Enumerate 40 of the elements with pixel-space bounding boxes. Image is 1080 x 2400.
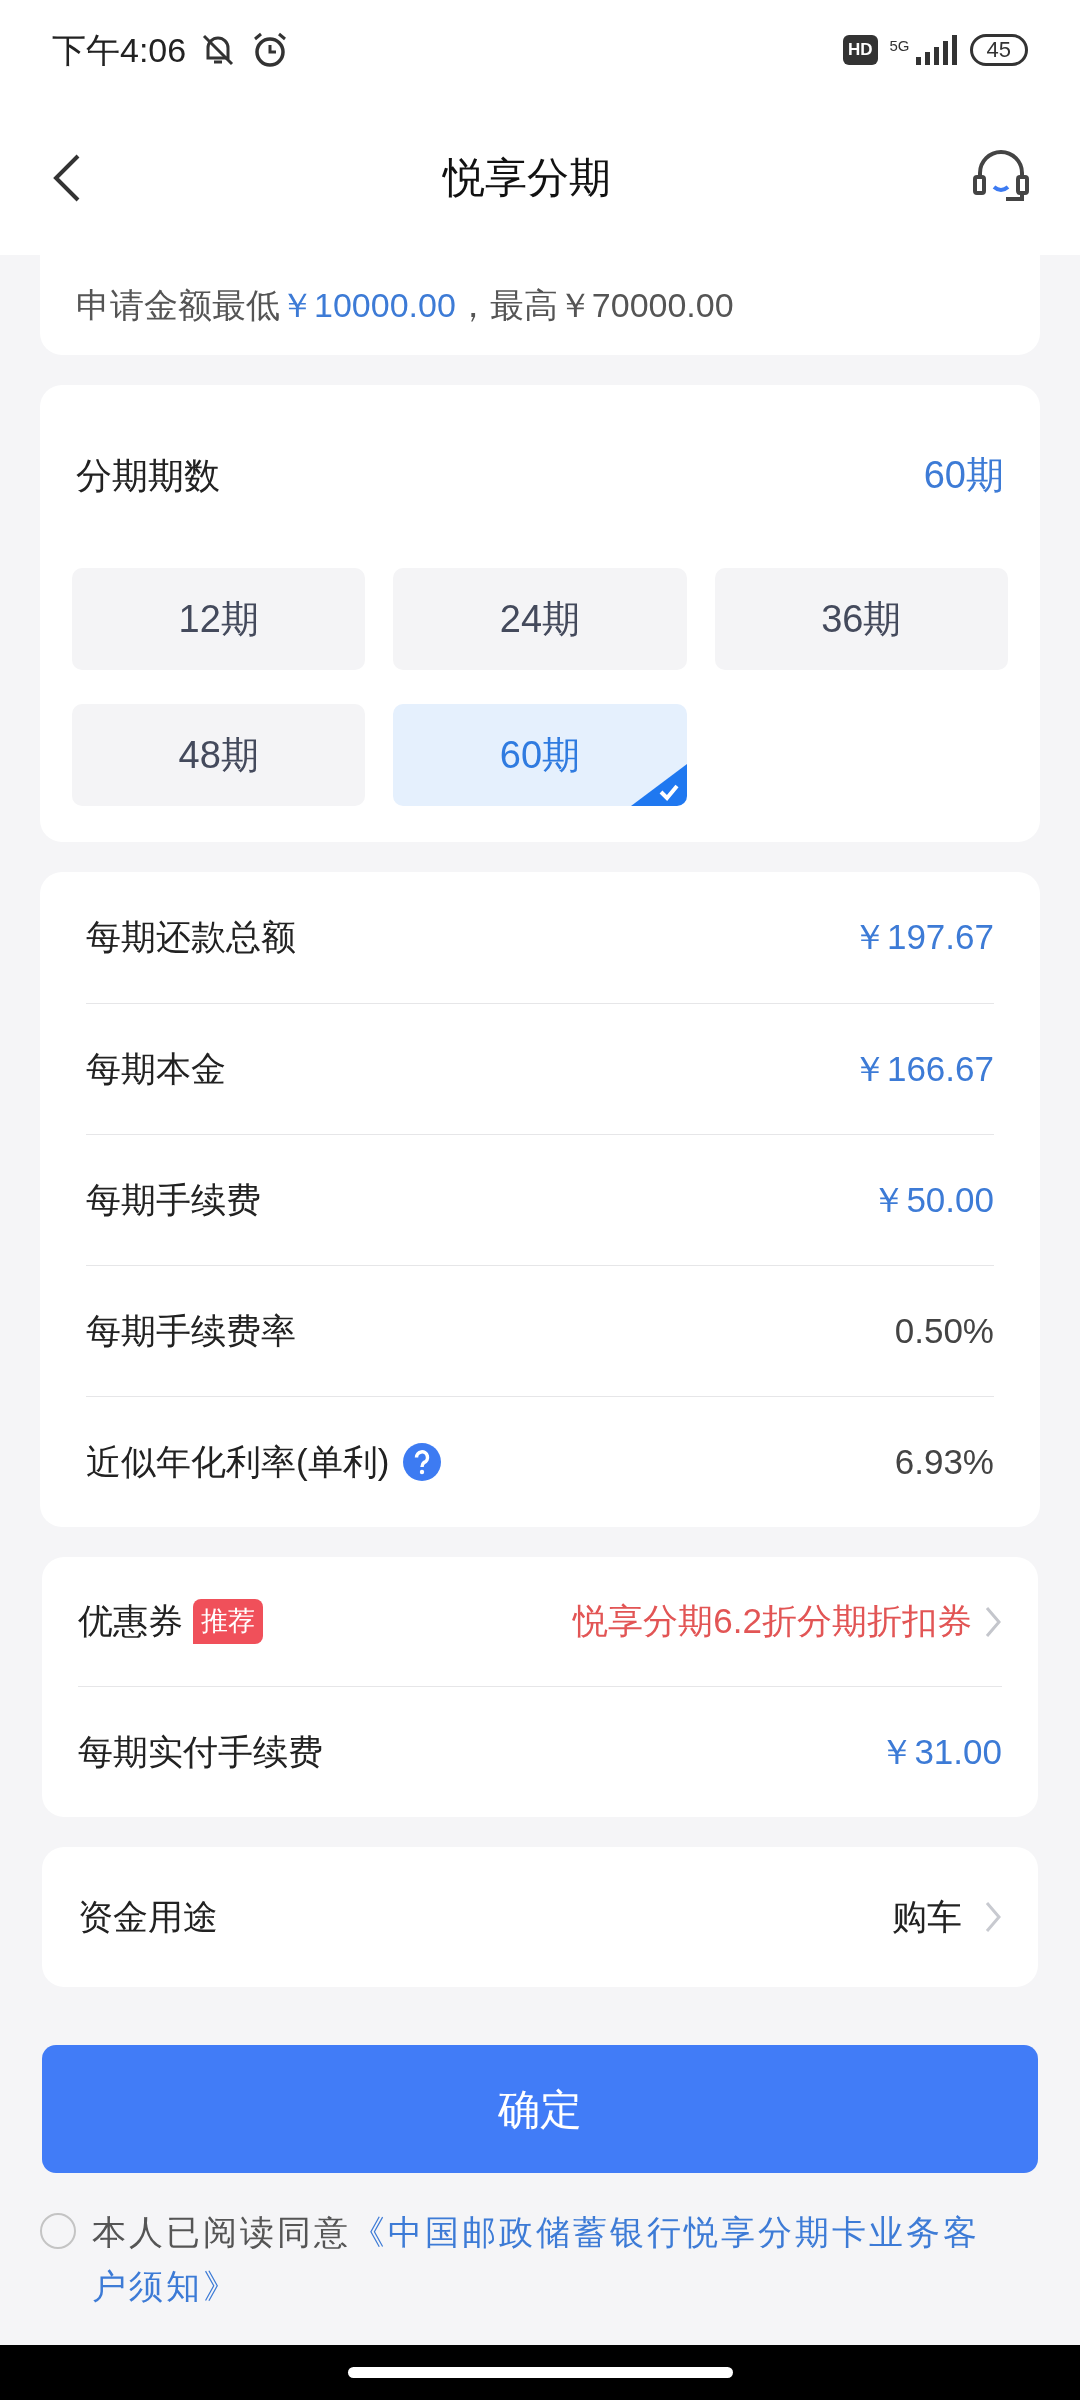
detail-label: 每期本金 bbox=[86, 1047, 226, 1090]
battery-indicator: 45 bbox=[969, 34, 1028, 66]
network-type: 5G bbox=[889, 36, 910, 56]
detail-value: 6.93% bbox=[894, 1440, 994, 1483]
page-title: 悦享分期 bbox=[443, 153, 611, 203]
help-icon[interactable] bbox=[403, 1443, 442, 1481]
detail-value: ￥166.67 bbox=[851, 1047, 994, 1090]
purpose-selector[interactable]: 购车 bbox=[892, 1890, 1002, 1944]
check-corner-icon bbox=[630, 764, 687, 806]
confirm-button[interactable]: 确定 bbox=[42, 2045, 1038, 2173]
signal-icon bbox=[913, 35, 958, 65]
period-option[interactable]: 12期 bbox=[72, 568, 366, 670]
purpose-label: 资金用途 bbox=[78, 1895, 218, 1938]
actual-fee-value: ￥31.00 bbox=[879, 1730, 1002, 1773]
coupon-label: 优惠券 bbox=[78, 1600, 183, 1643]
period-option[interactable]: 36期 bbox=[714, 568, 1008, 670]
detail-label: 每期手续费率 bbox=[86, 1309, 296, 1352]
coupon-selector[interactable]: 悦享分期6.2折分期折扣券 bbox=[573, 1595, 1002, 1648]
periods-label: 分期期数 bbox=[76, 453, 220, 498]
amount-range-text: 申请金额最低￥10000.00，最高￥70000.00 bbox=[76, 284, 734, 326]
agreement-checkbox[interactable] bbox=[40, 2213, 76, 2249]
detail-label: 每期手续费 bbox=[86, 1178, 261, 1221]
agreement-link[interactable]: 户须知》 bbox=[92, 2267, 240, 2305]
period-option[interactable]: 60期 bbox=[393, 704, 687, 806]
status-time: 下午4:06 bbox=[52, 29, 187, 71]
selected-period: 60期 bbox=[923, 453, 1004, 498]
detail-label: 近似年化利率(单利) bbox=[86, 1440, 390, 1483]
agreement-link[interactable]: 《中国邮政储蓄银行悦享分期卡业务客 bbox=[351, 2213, 980, 2251]
detail-label: 每期还款总额 bbox=[86, 916, 296, 959]
detail-value: ￥197.67 bbox=[851, 916, 994, 959]
period-option[interactable]: 48期 bbox=[72, 704, 366, 806]
chevron-right-icon bbox=[984, 1604, 1002, 1639]
period-option[interactable]: 24期 bbox=[393, 568, 687, 670]
hd-indicator: HD bbox=[842, 35, 878, 65]
chevron-right-icon bbox=[984, 1900, 1002, 1934]
actual-fee-label: 每期实付手续费 bbox=[78, 1730, 323, 1773]
detail-value: ￥50.00 bbox=[871, 1178, 994, 1221]
detail-value: 0.50% bbox=[894, 1309, 994, 1352]
recommend-badge: 推荐 bbox=[193, 1599, 263, 1644]
agreement-text: 本人已阅读同意《中国邮政储蓄银行悦享分期卡业务客 户须知》 bbox=[92, 2212, 980, 2307]
